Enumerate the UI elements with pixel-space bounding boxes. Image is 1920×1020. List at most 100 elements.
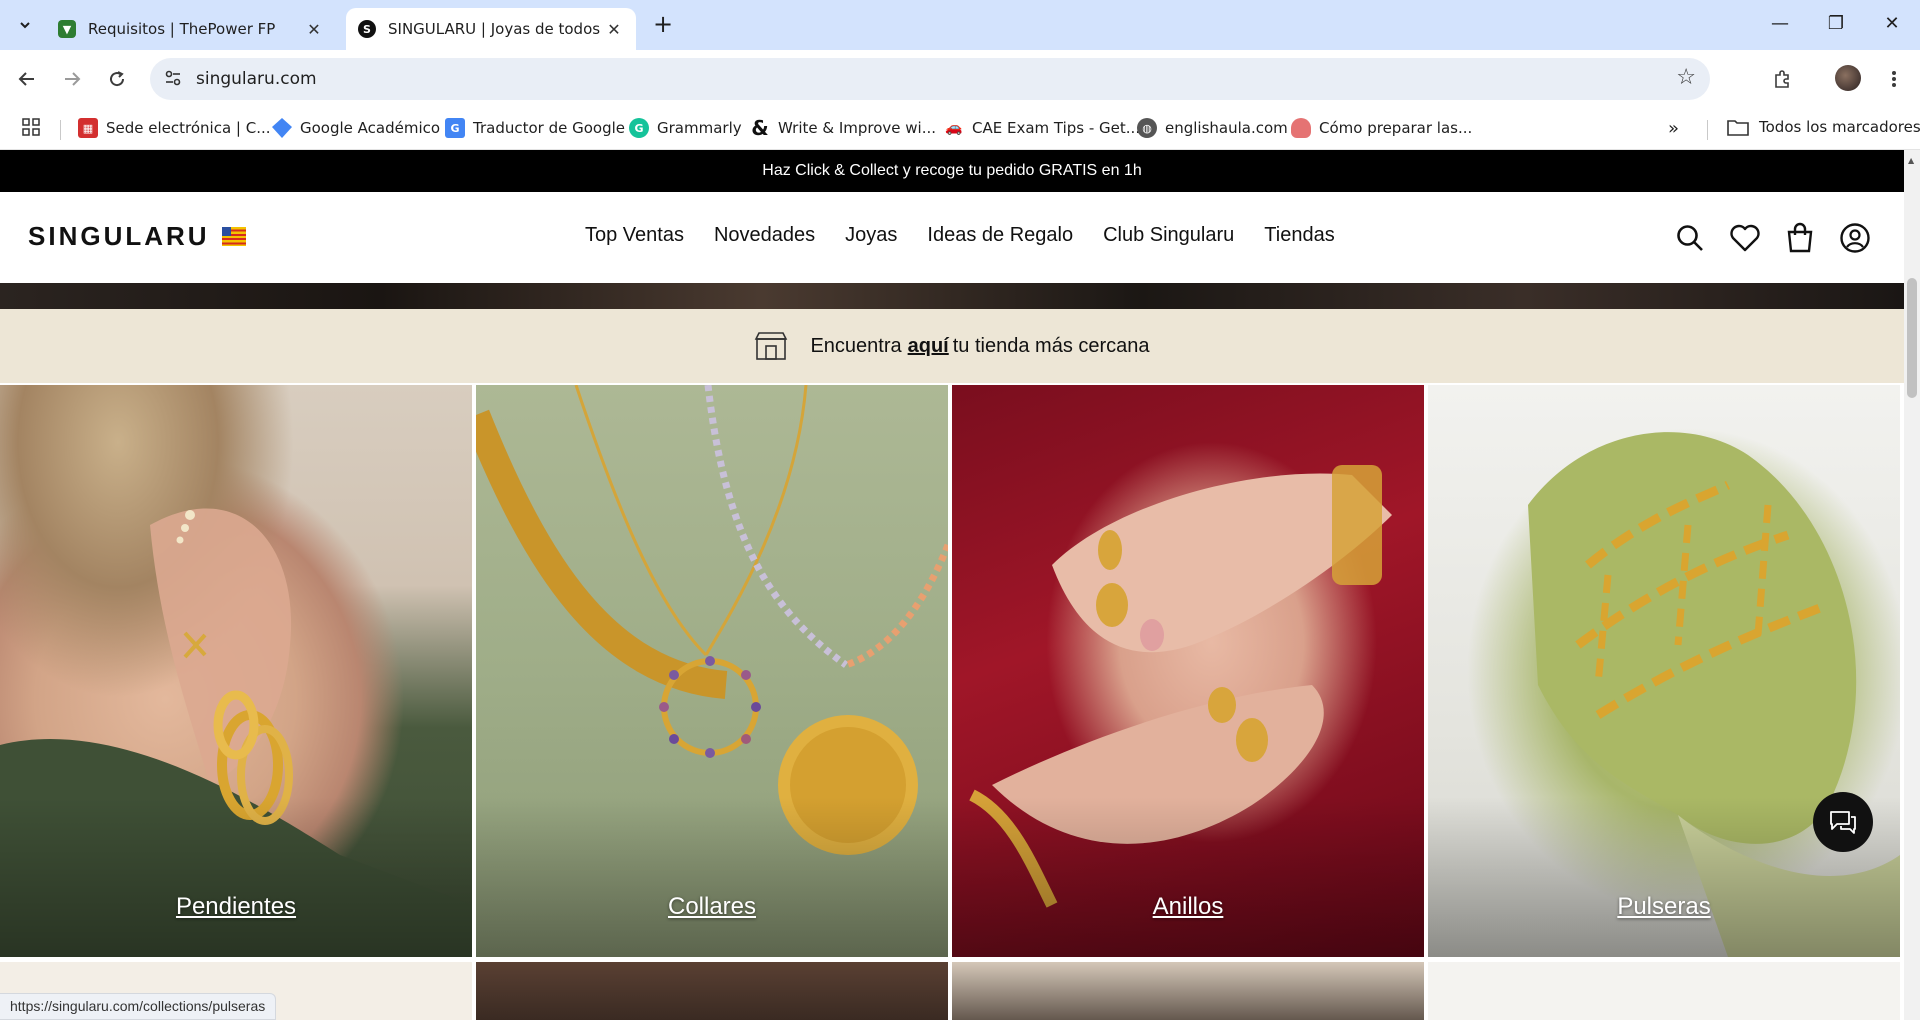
- scrollbar-thumb[interactable]: [1907, 278, 1917, 398]
- close-window-button[interactable]: ✕: [1864, 0, 1920, 50]
- category-tile-row2-2[interactable]: [476, 962, 948, 1020]
- close-icon[interactable]: ✕: [604, 20, 624, 39]
- reload-button[interactable]: [100, 62, 134, 96]
- tab-requisitos[interactable]: ▼ Requisitos | ThePower FP ✕: [46, 8, 336, 50]
- site-logo[interactable]: SINGULARU: [28, 221, 246, 252]
- site-settings-icon[interactable]: [162, 68, 184, 90]
- nav-ideas-de-regalo[interactable]: Ideas de Regalo: [927, 224, 1073, 247]
- bookmark-label: Traductor de Google: [473, 119, 625, 137]
- puzzle-icon: [1775, 70, 1789, 88]
- extensions-button[interactable]: [1765, 62, 1799, 96]
- url-text[interactable]: singularu.com: [196, 69, 317, 89]
- globe-icon: ◍: [1137, 118, 1157, 138]
- apps-grid-icon: [22, 118, 40, 136]
- nav-club-singularu[interactable]: Club Singularu: [1103, 224, 1234, 247]
- category-label[interactable]: Pulseras: [1428, 893, 1900, 921]
- store-bar-text-before: Encuentra: [810, 334, 902, 357]
- car-icon: 🚗: [945, 120, 963, 136]
- back-button[interactable]: [10, 62, 44, 96]
- folder-icon: [1727, 120, 1749, 136]
- bookmark-label: Todos los marcadores: [1759, 118, 1920, 136]
- tab-title: Requisitos | ThePower FP: [88, 20, 276, 38]
- page-scrollbar[interactable]: ▲: [1904, 150, 1920, 1020]
- scholar-icon: [272, 118, 292, 138]
- bookmark-grammarly[interactable]: G Grammarly: [629, 118, 742, 138]
- bookmark-scholar[interactable]: Google Académico: [272, 118, 440, 138]
- store-locator-bar: Encuentra aquí tu tienda más cercana: [0, 309, 1904, 383]
- store-bar-text-after: tu tienda más cercana: [952, 334, 1150, 357]
- nav-novedades[interactable]: Novedades: [714, 224, 815, 247]
- header-icons: [1670, 218, 1890, 258]
- bookmark-label: CAE Exam Tips - Get...: [972, 119, 1141, 137]
- bookmark-star-icon[interactable]: ☆: [1676, 65, 1696, 90]
- octopus-icon: [1291, 118, 1311, 138]
- nav-tiendas[interactable]: Tiendas: [1264, 224, 1334, 247]
- bookmark-label: Cómo preparar las...: [1319, 119, 1473, 137]
- account-icon[interactable]: [1835, 218, 1875, 258]
- category-label[interactable]: Collares: [476, 893, 948, 921]
- profile-avatar[interactable]: [1835, 65, 1861, 91]
- main-nav: Top Ventas Novedades Joyas Ideas de Rega…: [585, 224, 1365, 247]
- address-bar[interactable]: singularu.com ☆: [150, 58, 1710, 100]
- category-tile-pendientes[interactable]: Pendientes: [0, 385, 472, 957]
- madrid-icon: ▦: [78, 118, 98, 138]
- arrow-left-icon: [18, 72, 34, 86]
- bookmark-sede[interactable]: ▦ Sede electrónica | C...: [78, 118, 271, 138]
- all-bookmarks-folder[interactable]: Todos los marcadores: [1727, 118, 1920, 136]
- apps-button[interactable]: [22, 118, 40, 136]
- divider: [1707, 120, 1708, 140]
- store-locator-link[interactable]: aquí: [908, 335, 949, 358]
- bookmark-cae[interactable]: 🚗 CAE Exam Tips - Get...: [944, 118, 1140, 138]
- status-url-tooltip: https://singularu.com/collections/pulser…: [0, 993, 277, 1020]
- browser-toolbar: singularu.com ☆: [0, 50, 1920, 108]
- category-tile-pulseras[interactable]: Pulseras: [1428, 385, 1900, 957]
- category-tile-row2-3[interactable]: [952, 962, 1424, 1020]
- nav-joyas[interactable]: Joyas: [845, 224, 897, 247]
- translate-icon: G: [445, 118, 465, 138]
- tab-title: SINGULARU | Joyas de todos los: [388, 20, 604, 38]
- bookmark-como-preparar[interactable]: Cómo preparar las...: [1291, 118, 1472, 138]
- forward-button[interactable]: [55, 62, 89, 96]
- category-label[interactable]: Anillos: [952, 893, 1424, 921]
- tile-shade: [952, 797, 1424, 957]
- bookmark-translate[interactable]: G Traductor de Google: [445, 118, 625, 138]
- tile-shade: [476, 797, 948, 957]
- site-header: SINGULARU Top Ventas Novedades Joyas Ide…: [0, 192, 1904, 283]
- bookmark-label: Grammarly: [657, 119, 742, 137]
- tile-shade: [0, 797, 472, 957]
- bookmark-englishaula[interactable]: ◍ englishaula.com: [1137, 118, 1288, 138]
- more-bookmarks-button[interactable]: »: [1668, 118, 1679, 139]
- chevron-down-icon: [20, 22, 30, 29]
- menu-button[interactable]: [1877, 62, 1911, 96]
- bookmark-label: englishaula.com: [1165, 119, 1288, 137]
- bookmark-label: Sede electrónica | C...: [106, 119, 271, 137]
- new-tab-button[interactable]: +: [648, 10, 678, 40]
- shopping-bag-icon[interactable]: [1780, 218, 1820, 258]
- restore-button[interactable]: ❐: [1808, 0, 1864, 50]
- web-page: Haz Click & Collect y recoge tu pedido G…: [0, 150, 1904, 1020]
- category-tile-anillos[interactable]: Anillos: [952, 385, 1424, 957]
- kebab-menu-icon: [1892, 71, 1896, 87]
- heart-icon[interactable]: [1725, 218, 1765, 258]
- minimize-button[interactable]: —: [1752, 0, 1808, 50]
- chat-button[interactable]: [1813, 792, 1873, 852]
- reload-icon: [110, 71, 125, 87]
- grammarly-icon: G: [629, 118, 649, 138]
- category-label[interactable]: Pendientes: [0, 893, 472, 921]
- search-icon[interactable]: [1670, 218, 1710, 258]
- logo-text: SINGULARU: [28, 221, 210, 251]
- bookmark-label: Write & Improve wi...: [778, 119, 937, 137]
- nav-top-ventas[interactable]: Top Ventas: [585, 224, 684, 247]
- category-tile-collares[interactable]: Collares: [476, 385, 948, 957]
- singularu-favicon-icon: S: [358, 20, 376, 38]
- tab-singularu[interactable]: S SINGULARU | Joyas de todos los ✕: [346, 8, 636, 50]
- thepower-favicon-icon: ▼: [58, 20, 76, 38]
- category-tile-row2-4[interactable]: [1428, 962, 1900, 1020]
- scroll-up-arrow-icon[interactable]: ▲: [1908, 156, 1914, 165]
- bookmark-write-improve[interactable]: & Write & Improve wi...: [750, 116, 937, 140]
- announcement-bar[interactable]: Haz Click & Collect y recoge tu pedido G…: [0, 150, 1904, 192]
- ampersand-icon: &: [751, 116, 769, 140]
- store-icon: [754, 331, 788, 361]
- close-icon[interactable]: ✕: [304, 20, 324, 39]
- tab-search-button[interactable]: [8, 8, 42, 42]
